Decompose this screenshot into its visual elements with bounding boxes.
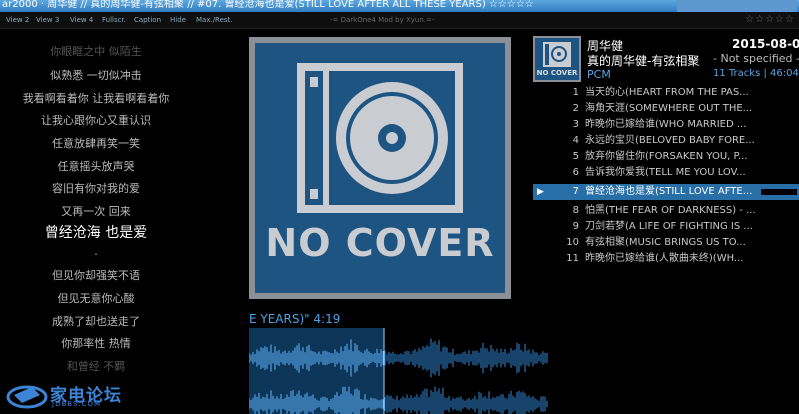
rating-stars[interactable]: ☆☆☆☆☆ xyxy=(745,12,795,28)
playlist-row[interactable]: 1 当天的心(HEART FROM THE PAS... xyxy=(533,85,799,101)
playlist-row[interactable]: 2 海角天涯(SOMEWHERE OUT THE... xyxy=(533,101,799,117)
track-title: 当天的心(HEART FROM THE PAS... xyxy=(585,87,749,98)
no-cover-text: NO COVER xyxy=(265,221,495,265)
fullscreen-button[interactable]: Fullscr. xyxy=(102,12,126,28)
header-cover-thumbnail: NO COVER xyxy=(533,36,581,82)
view4-button[interactable]: View 4 xyxy=(70,12,93,28)
track-title: 海角天涯(SOMEWHERE OUT THE... xyxy=(585,103,753,114)
track-number: 9 xyxy=(572,221,579,232)
toolbar: View 2 View 3 View 4 Fullscr. Caption Hi… xyxy=(0,12,799,29)
site-watermark: 家电论坛 JDBBS.COM xyxy=(6,381,126,411)
track-number: 7 xyxy=(572,186,579,197)
skin-credit: -= DarkOne4 Mod by Xyun =- xyxy=(330,16,435,24)
lyric-line: . xyxy=(94,245,98,258)
watermark-logo-icon xyxy=(6,385,48,409)
track-title: 永远的宝贝(BELOVED BABY FORE... xyxy=(585,135,755,146)
playlist-row[interactable]: 8 怕黑(THE FEAR OF DARKNESS) - ... xyxy=(533,203,799,219)
lyric-line: 我看啊看着你 让我看啊看着你 xyxy=(22,92,170,105)
playlist-row[interactable]: 10 有弦相聚(MUSIC BRINGS US TO... xyxy=(533,235,799,251)
track-title: 刀剑若梦(A LIFE OF FIGHTING IS ... xyxy=(585,221,753,232)
lyric-line: 任意放肆再笑一笑 xyxy=(52,137,140,150)
lyric-line: 但见你却强笑不语 xyxy=(52,269,140,282)
lyric-line: 似熟悉 一切似冲击 xyxy=(50,69,142,82)
view3-button[interactable]: View 3 xyxy=(36,12,59,28)
track-title: 昨晚你已嫁给谁(WHO MARRIED ... xyxy=(585,119,747,130)
playlist-row[interactable]: 6 告诉我你爱我(TELL ME YOU LOV... xyxy=(533,165,799,181)
title-bar: ar2000 · 周华健 // 真的周华健-有弦相聚 // #07. 曾经沧海也… xyxy=(0,0,799,12)
playlist-row-playing[interactable]: ▶ 7 曾经沧海也是爱(STILL LOVE AFTE... xyxy=(533,184,799,200)
window-title: ar2000 · 周华健 // 真的周华健-有弦相聚 // #07. 曾经沧海也… xyxy=(2,0,534,10)
max-restore-button[interactable]: Max./Rest. xyxy=(196,12,233,28)
track-summary: 11 Tracks | 46:04 xyxy=(713,68,799,79)
playlist-row[interactable]: 3 昨晚你已嫁给谁(WHO MARRIED ... xyxy=(533,117,799,133)
window-controls[interactable] xyxy=(677,0,797,12)
lyric-line: 又再一次 回来 xyxy=(61,205,131,218)
lyric-line: 你眼眶之中 似陌生 xyxy=(50,45,142,58)
track-number: 2 xyxy=(572,103,579,114)
track-number: 11 xyxy=(566,253,579,264)
lyric-line: 成熟了却也送走了 xyxy=(52,315,140,328)
header-no-cover-text: NO COVER xyxy=(536,69,578,77)
codec-label: PCM xyxy=(587,68,611,81)
track-title: 昨晚你已嫁给谁(人散曲未终)(WH... xyxy=(585,253,744,264)
lyric-line: 任意摇头放声哭 xyxy=(57,160,135,173)
track-number: 4 xyxy=(572,135,579,146)
now-playing-time: E YEARS)" 4:19 xyxy=(249,312,341,326)
album-cover: NO COVER xyxy=(249,37,511,299)
track-title: 怕黑(THE FEAR OF DARKNESS) - ... xyxy=(585,205,756,216)
track-number: 10 xyxy=(566,237,579,248)
view2-button[interactable]: View 2 xyxy=(6,12,29,28)
lyric-line: 和曾经 不羁 xyxy=(66,360,126,373)
playlist-row[interactable]: 4 永远的宝贝(BELOVED BABY FORE... xyxy=(533,133,799,149)
cover-art: NO COVER xyxy=(255,43,505,293)
track-progress-bar xyxy=(761,189,797,195)
track-number: 6 xyxy=(572,167,579,178)
play-indicator-icon: ▶ xyxy=(537,187,544,197)
waveform-seekbar[interactable] xyxy=(249,328,549,414)
cd-case-icon xyxy=(543,42,571,67)
track-title: 有弦相聚(MUSIC BRINGS US TO... xyxy=(585,237,746,248)
album-title: 真的周华健-有弦相聚 xyxy=(587,54,700,68)
current-lyric-line: 曾经沧海 也是爱 xyxy=(44,225,148,241)
track-title: 告诉我你爱我(TELL ME YOU LOV... xyxy=(585,167,746,178)
track-title: 放弃你留住你(FORSAKEN YOU, P... xyxy=(585,151,748,162)
lyric-line: 让我心跟你心又重认识 xyxy=(41,114,151,127)
track-number: 1 xyxy=(572,87,579,98)
watermark-url: JDBBS.COM xyxy=(52,400,102,408)
playlist-row[interactable]: 9 刀剑若梦(A LIFE OF FIGHTING IS ... xyxy=(533,219,799,235)
playlist-row[interactable]: 11 昨晚你已嫁给谁(人散曲未终)(WH... xyxy=(533,251,799,267)
track-number: 5 xyxy=(572,151,579,162)
caption-button[interactable]: Caption xyxy=(134,12,161,28)
genre-field: - Not specified - xyxy=(713,52,799,65)
hide-button[interactable]: Hide xyxy=(170,12,186,28)
album-date: 2015-08-08 xyxy=(732,37,799,51)
track-number: 3 xyxy=(572,119,579,130)
lyric-line: 你那率性 热情 xyxy=(61,337,131,350)
lyric-line: 容旧有你对我的爱 xyxy=(52,182,140,195)
lyric-line: 但见无意你心酸 xyxy=(57,292,135,305)
track-title: 曾经沧海也是爱(STILL LOVE AFTE... xyxy=(585,186,753,197)
playlist-row[interactable]: 5 放弃你留住你(FORSAKEN YOU, P... xyxy=(533,149,799,165)
track-number: 8 xyxy=(572,205,579,216)
